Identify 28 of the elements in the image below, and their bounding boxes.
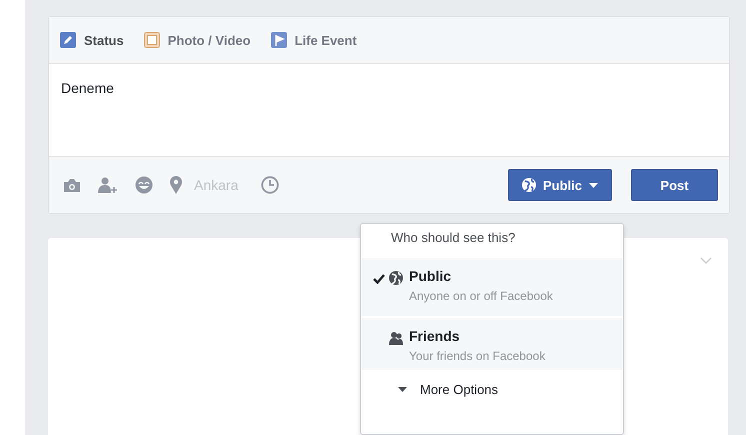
more-options-item[interactable]: More Options bbox=[361, 372, 623, 397]
globe-icon[interactable] bbox=[522, 178, 536, 192]
people-icon[interactable] bbox=[389, 331, 403, 345]
audience-option[interactable]: Friends Your friends on Facebook bbox=[361, 318, 623, 370]
composer-tab[interactable]: Photo / Video bbox=[144, 32, 251, 48]
pencil-icon[interactable] bbox=[60, 32, 76, 48]
option-description: Anyone on or off Facebook bbox=[409, 289, 553, 303]
composer-tab[interactable]: Life Event bbox=[270, 32, 357, 48]
post-button[interactable]: Post bbox=[631, 169, 718, 201]
audience-button[interactable]: Public bbox=[508, 169, 612, 201]
menu-heading: Who should see this? bbox=[390, 229, 516, 247]
caret-icon[interactable] bbox=[589, 182, 598, 188]
clock-icon[interactable] bbox=[261, 176, 280, 194]
camera-icon[interactable] bbox=[63, 178, 81, 192]
caret-icon[interactable] bbox=[398, 387, 407, 392]
picture-frame-icon[interactable] bbox=[144, 32, 160, 48]
option-label: Friends bbox=[409, 328, 461, 344]
composer-tab[interactable]: Status bbox=[60, 32, 124, 48]
add-person-icon[interactable] bbox=[98, 177, 118, 193]
option-label: Public bbox=[409, 268, 452, 284]
option-description: Your friends on Facebook bbox=[409, 349, 546, 363]
globe-icon[interactable] bbox=[389, 271, 403, 285]
status-input[interactable]: Deneme bbox=[49, 64, 729, 156]
check-icon[interactable] bbox=[373, 274, 385, 284]
map-pin-icon[interactable] bbox=[170, 176, 182, 194]
audience-option[interactable]: Public Anyone on or off Facebook bbox=[361, 258, 623, 316]
flag-icon[interactable] bbox=[270, 32, 287, 48]
smiley-icon[interactable] bbox=[135, 176, 153, 194]
